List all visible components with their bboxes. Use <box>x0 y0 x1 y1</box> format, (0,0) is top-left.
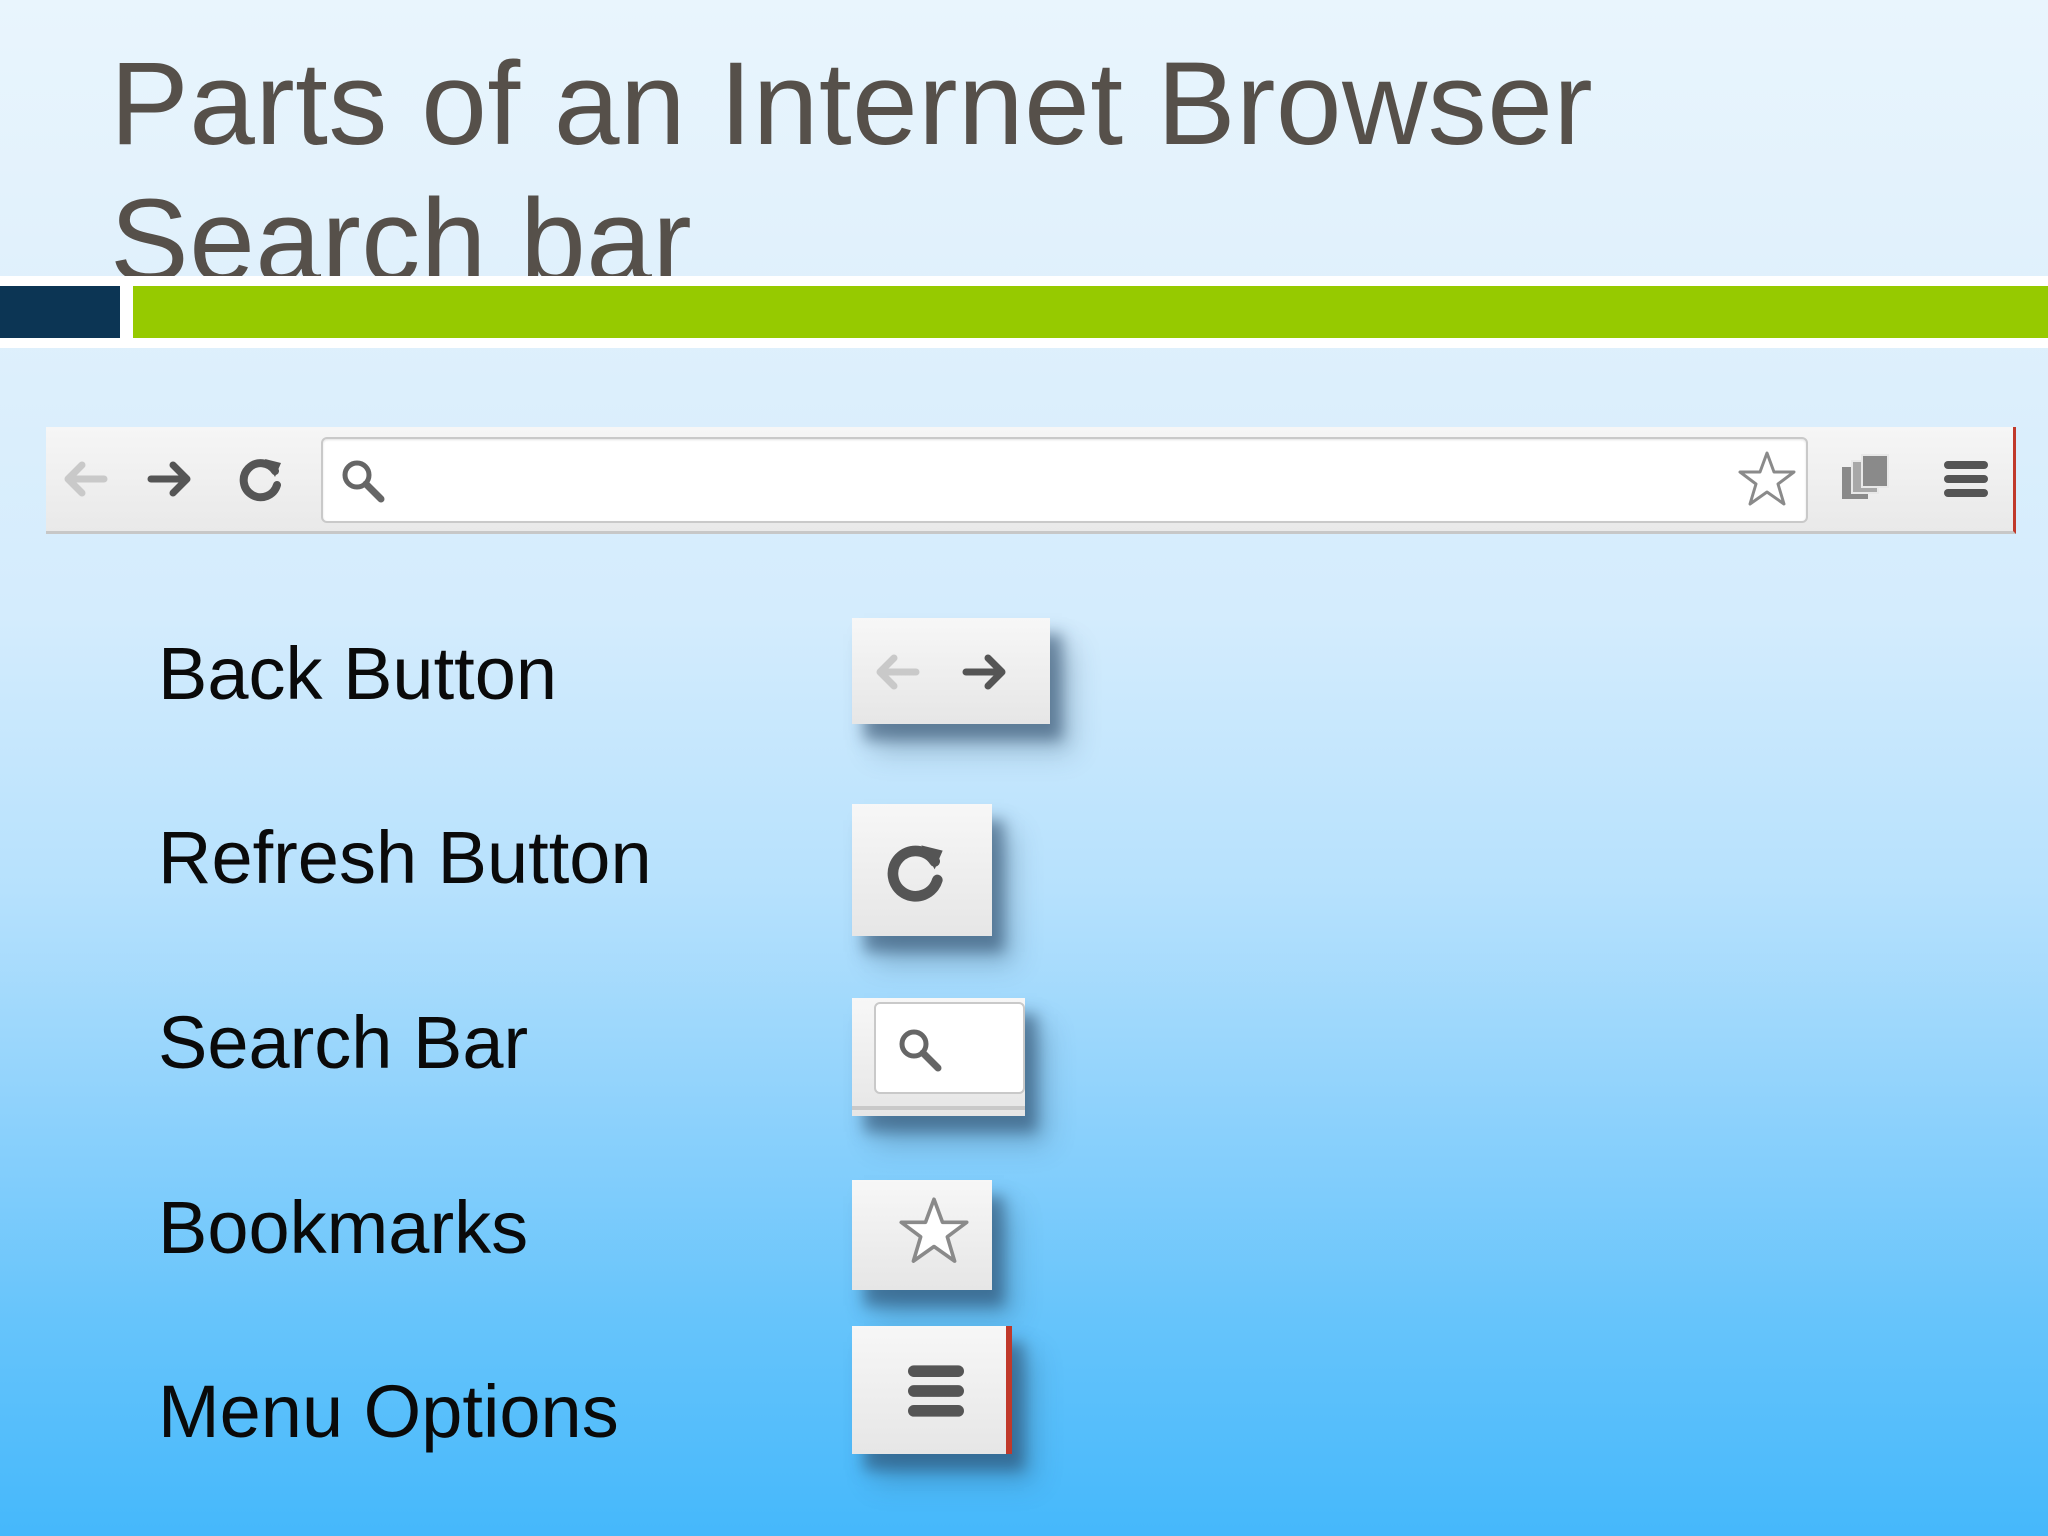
reload-icon <box>887 845 943 902</box>
legend-label-refresh: Refresh Button <box>158 816 652 899</box>
star-icon[interactable] <box>1734 447 1800 513</box>
star-icon <box>899 1197 969 1263</box>
bookmarks-tile <box>852 1180 992 1290</box>
extensions-icon[interactable] <box>1836 449 1896 509</box>
title-rule-navy-block <box>0 286 120 338</box>
browser-toolbar <box>46 427 2016 534</box>
search-bar-tile <box>852 998 1025 1116</box>
title-rule-green-bar <box>133 286 2048 338</box>
back-button-tile <box>852 618 1050 724</box>
search-icon <box>342 460 385 503</box>
forward-arrow-icon <box>962 654 1006 690</box>
hamburger-menu-icon[interactable] <box>1936 449 1996 509</box>
search-icon <box>899 1029 942 1072</box>
legend-label-bookmarks: Bookmarks <box>158 1186 529 1269</box>
legend-label-back: Back Button <box>158 632 558 715</box>
forward-arrow-icon[interactable] <box>141 449 201 509</box>
back-arrow-icon[interactable] <box>54 449 114 509</box>
legend-label-menu: Menu Options <box>158 1370 619 1453</box>
search-bar-underline <box>852 1106 1025 1110</box>
hamburger-menu-icon <box>908 1365 964 1417</box>
reload-icon[interactable] <box>231 449 291 509</box>
search-field-preview <box>874 1002 1025 1094</box>
back-arrow-icon <box>876 654 920 690</box>
legend-label-search: Search Bar <box>158 1001 529 1084</box>
omnibox[interactable] <box>321 437 1808 523</box>
slide-title: Parts of an Internet Browser Search bar <box>110 38 1594 307</box>
refresh-button-tile <box>852 804 992 936</box>
menu-options-tile <box>852 1326 1012 1454</box>
